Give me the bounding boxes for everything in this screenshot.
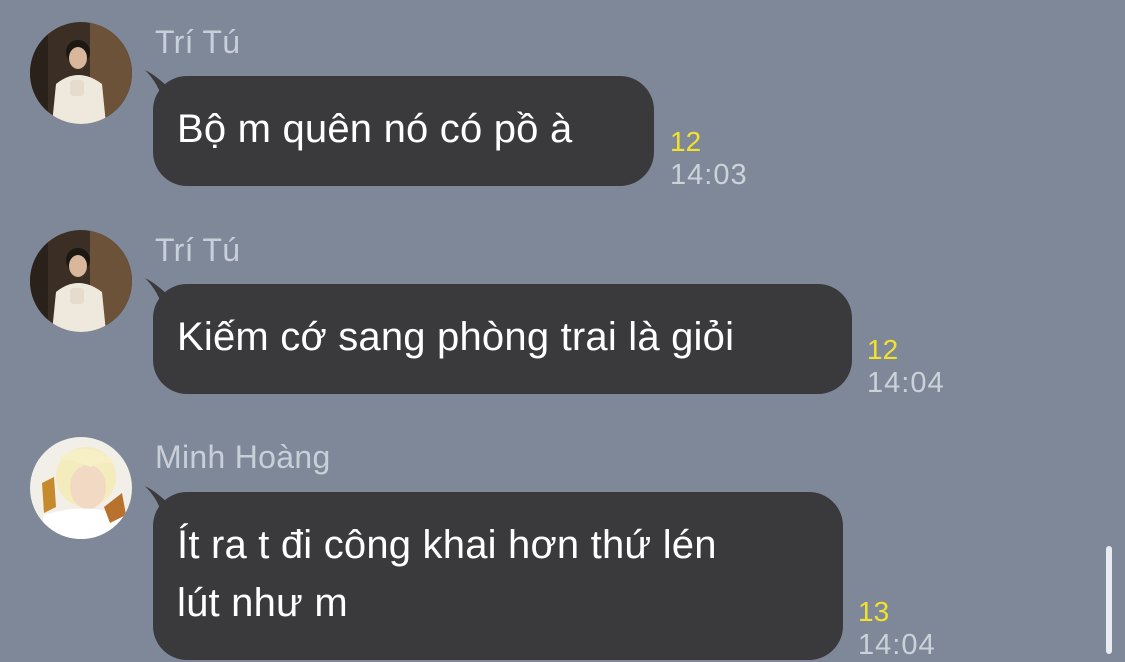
- message-text-line: lút như m: [177, 581, 348, 625]
- message-bubble[interactable]: Ít ra t đi công khai hơn thứ lén lút như…: [145, 486, 843, 660]
- read-count: 12: [867, 334, 899, 365]
- message-text: Bộ m quên nó có pồ à: [177, 107, 573, 151]
- sender-name: Trí Tú: [155, 232, 241, 268]
- avatar[interactable]: [30, 22, 132, 124]
- message-meta: 12 14:04: [867, 334, 945, 400]
- message-time: 14:04: [858, 629, 936, 661]
- profile-photo-icon: [30, 437, 132, 539]
- scrollbar-thumb[interactable]: [1106, 546, 1112, 654]
- bubble-tail: [145, 486, 171, 518]
- chat-view[interactable]: Trí Tú Bộ m quên nó có pồ à 12 14:03 Trí…: [0, 0, 1125, 662]
- read-count: 12: [670, 126, 702, 157]
- message-time: 14:04: [867, 367, 945, 399]
- message-meta: 12 14:03: [670, 126, 748, 192]
- profile-photo-icon: [30, 22, 132, 124]
- bubble-tail: [145, 70, 171, 102]
- sender-name: Minh Hoàng: [155, 439, 331, 475]
- message-bubble[interactable]: Kiếm cớ sang phòng trai là giỏi: [145, 278, 852, 394]
- message-bubble[interactable]: Bộ m quên nó có pồ à: [145, 70, 654, 186]
- message-text-line: Ít ra t đi công khai hơn thứ lén: [177, 523, 717, 567]
- message-time: 14:03: [670, 159, 748, 191]
- message-meta: 13 14:04: [858, 596, 936, 662]
- avatar[interactable]: [30, 437, 132, 539]
- message-text: Kiếm cớ sang phòng trai là giỏi: [177, 315, 735, 359]
- avatar[interactable]: [30, 230, 132, 332]
- read-count: 13: [858, 596, 890, 627]
- profile-photo-icon: [30, 230, 132, 332]
- sender-name: Trí Tú: [155, 24, 241, 60]
- bubble-tail: [145, 278, 171, 310]
